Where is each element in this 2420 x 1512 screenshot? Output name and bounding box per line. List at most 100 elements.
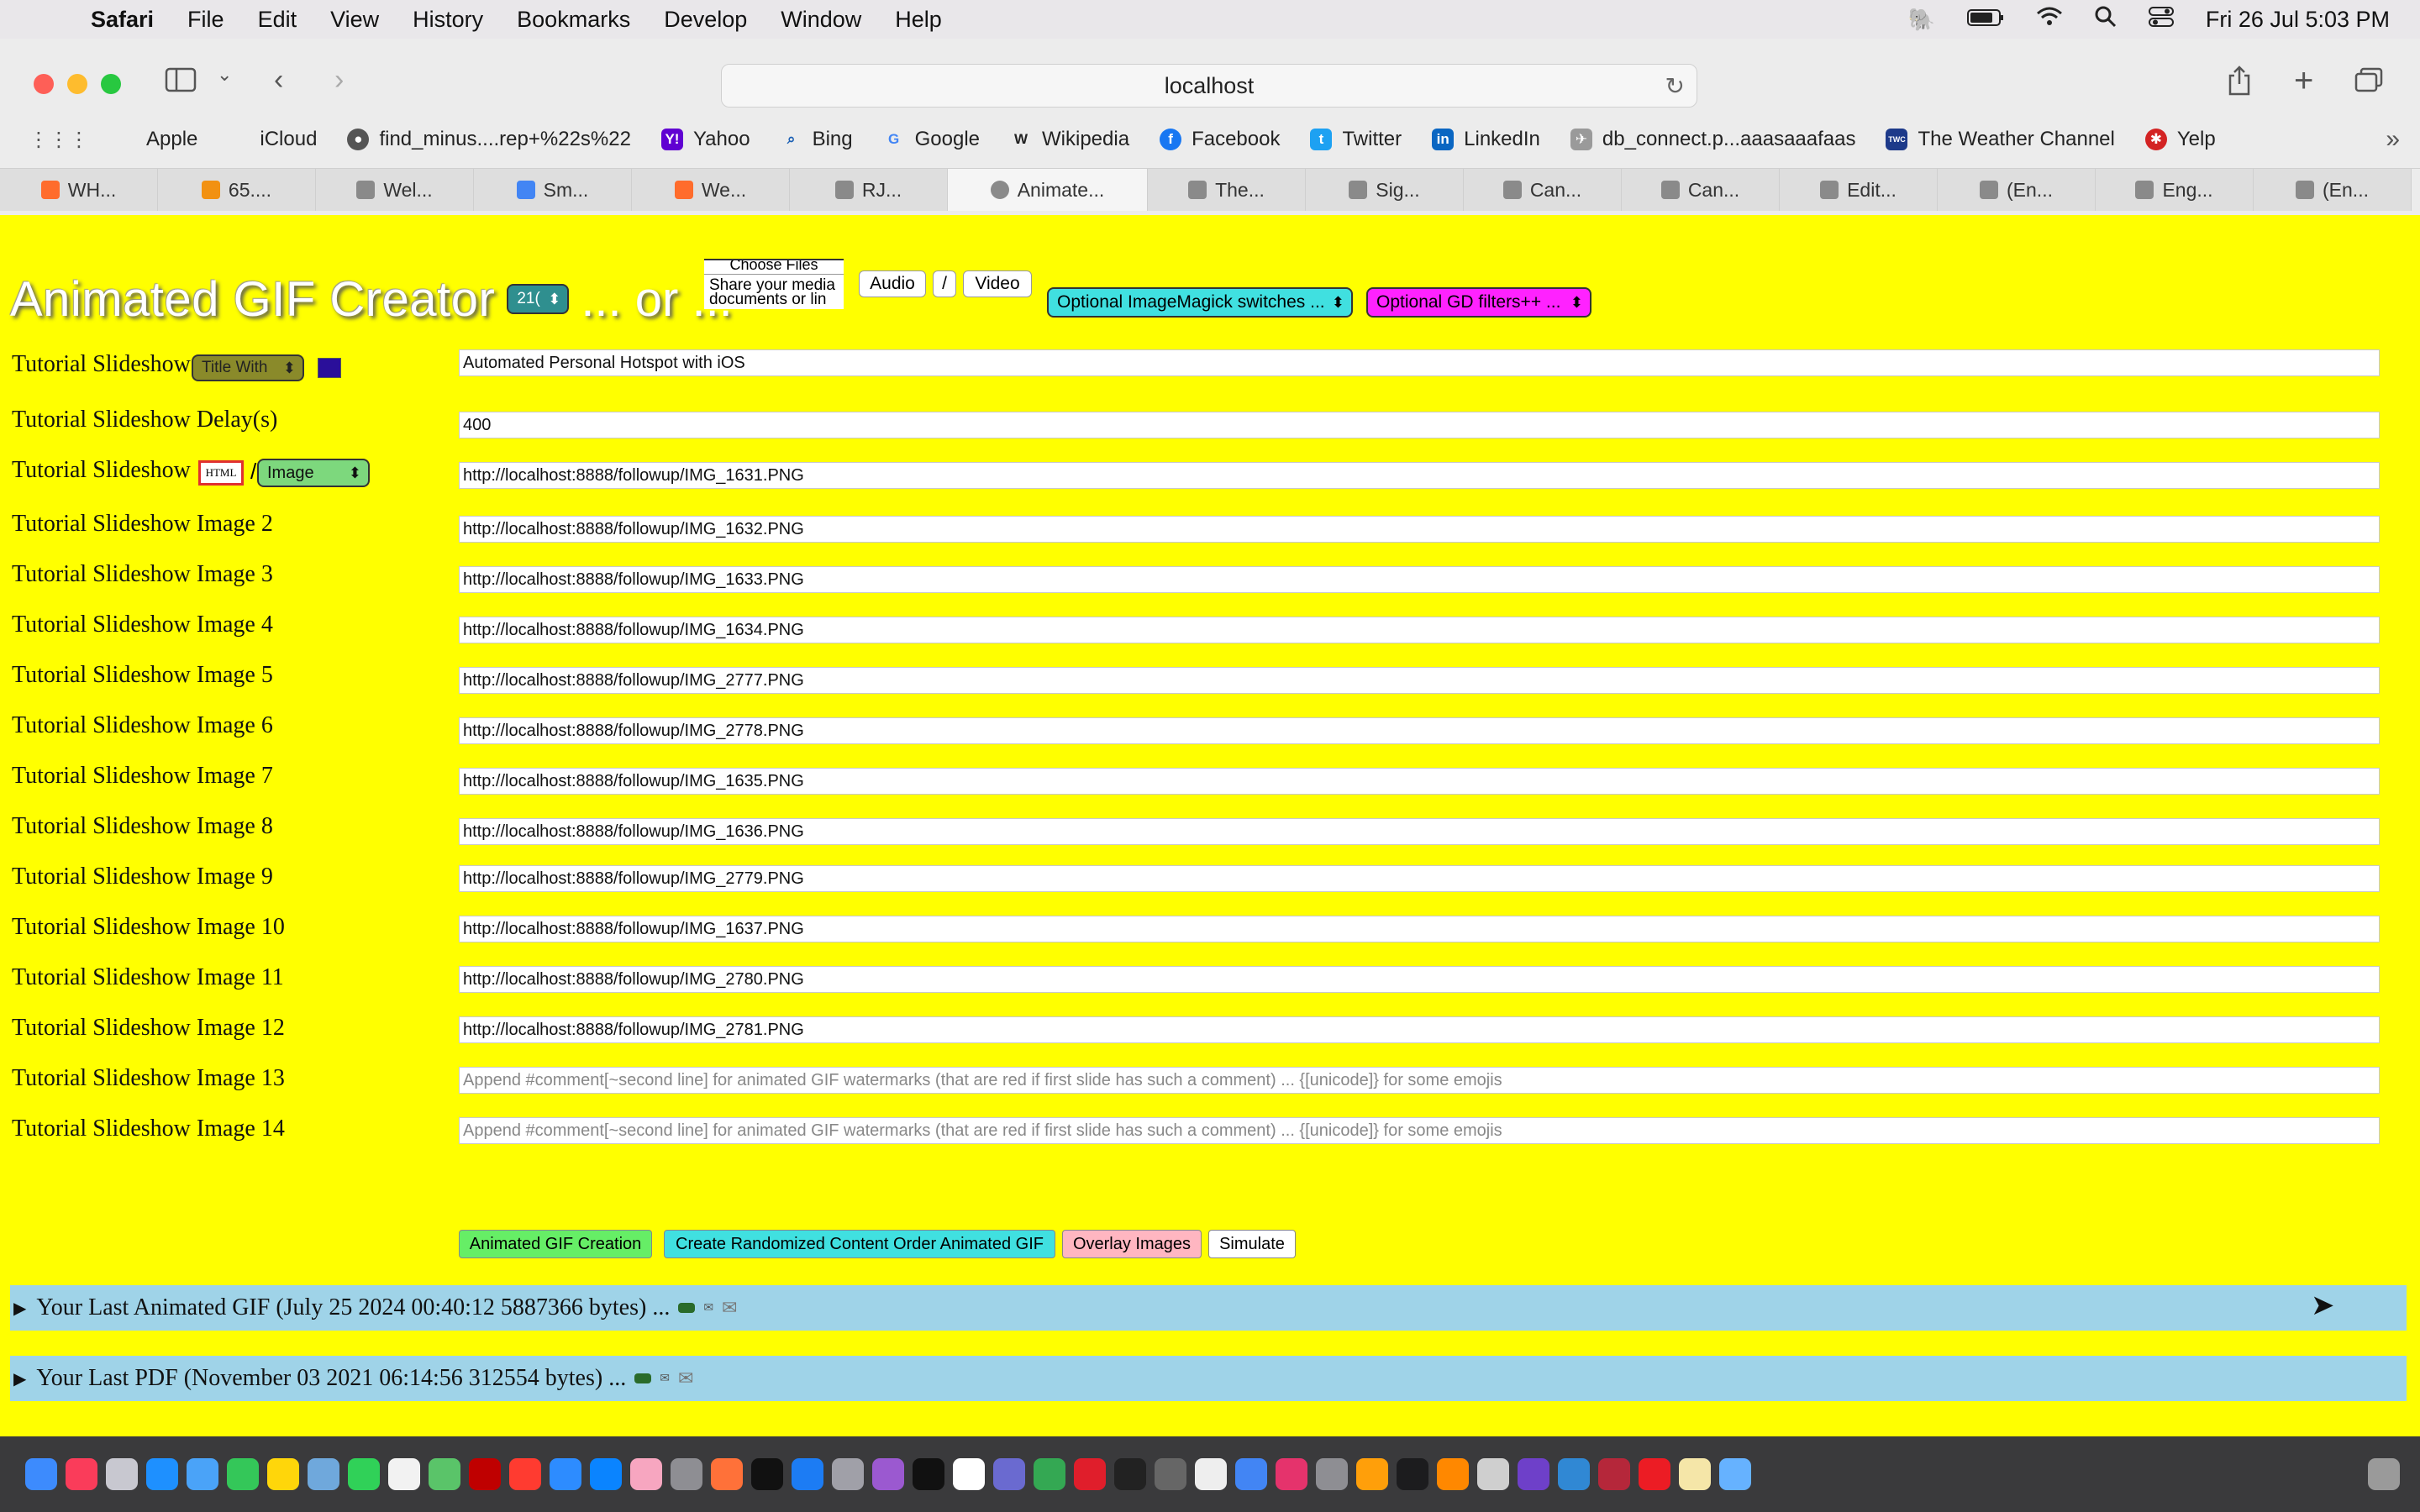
size-select[interactable]: 21( — [507, 284, 570, 314]
back-icon[interactable]: ‹ — [274, 64, 283, 97]
menu-help[interactable]: Help — [895, 7, 942, 33]
image-url-input-5[interactable]: http://localhost:8888/followup/IMG_2777.… — [459, 667, 2380, 694]
activity-monitor-icon[interactable] — [1397, 1458, 1428, 1490]
tab-14[interactable]: (En... — [2254, 169, 2412, 211]
photos-icon[interactable] — [630, 1458, 662, 1490]
more-favorites-icon[interactable]: » — [2386, 125, 2400, 154]
share-mail-icon[interactable]: ✉ — [722, 1297, 737, 1319]
menu-file[interactable]: File — [187, 7, 224, 33]
email-small-icon[interactable]: ✉ — [660, 1372, 670, 1386]
address-bar[interactable]: localhost ↻ — [721, 64, 1697, 108]
downloads-folder-icon[interactable] — [1719, 1458, 1751, 1490]
favorite-wikipedia[interactable]: W Wikipedia — [1010, 128, 1129, 151]
last-animated-gif-details[interactable]: ▶ Your Last Animated GIF (July 25 2024 0… — [10, 1285, 2407, 1331]
title-with-select[interactable]: Title With — [192, 354, 304, 381]
tab-4[interactable]: We... — [632, 169, 790, 211]
mail-icon[interactable] — [187, 1458, 218, 1490]
favorite-linkedin[interactable]: in LinkedIn — [1432, 128, 1540, 151]
favorite-weather-channel[interactable]: TWC The Weather Channel — [1886, 128, 2115, 151]
zoom-icon[interactable] — [550, 1458, 581, 1490]
tab-6-active[interactable]: Animate... — [948, 169, 1148, 211]
menu-view[interactable]: View — [330, 7, 379, 33]
bbedit-icon[interactable] — [993, 1458, 1025, 1490]
podcasts-icon[interactable] — [872, 1458, 904, 1490]
facetime-icon[interactable] — [348, 1458, 380, 1490]
chrome-icon[interactable] — [1235, 1458, 1267, 1490]
news-icon[interactable] — [509, 1458, 541, 1490]
preview-icon[interactable] — [308, 1458, 339, 1490]
image-type-select[interactable]: Image — [257, 459, 370, 487]
maps-icon[interactable] — [429, 1458, 460, 1490]
animated-gif-creation-button[interactable]: Animated GIF Creation — [459, 1230, 652, 1258]
color-picker-icon[interactable] — [1356, 1458, 1388, 1490]
vlc-icon[interactable] — [1437, 1458, 1469, 1490]
green-capsule-icon[interactable] — [678, 1303, 696, 1313]
tab-8[interactable]: Sig... — [1306, 169, 1464, 211]
spotlight-search-icon[interactable] — [2095, 6, 2117, 34]
tab-2[interactable]: Wel... — [316, 169, 474, 211]
tab-0[interactable]: WH... — [0, 169, 158, 211]
tab-13[interactable]: Eng... — [2096, 169, 2254, 211]
wifi-icon[interactable] — [2036, 7, 2063, 33]
textedit-icon[interactable] — [388, 1458, 420, 1490]
calculator-icon[interactable] — [1155, 1458, 1186, 1490]
settings-icon[interactable] — [1316, 1458, 1348, 1490]
slideshow-title-input[interactable]: Automated Personal Hotspot with iOS — [459, 349, 2380, 376]
overlay-images-button[interactable]: Overlay Images — [1062, 1230, 1202, 1258]
system-info-icon[interactable] — [832, 1458, 864, 1490]
new-tab-icon[interactable]: + — [2294, 62, 2313, 100]
title-color-picker[interactable] — [318, 358, 341, 378]
apps-grid-icon[interactable]: ⋮⋮⋮ — [29, 128, 89, 152]
favorite-yelp[interactable]: ✱ Yelp — [2144, 128, 2216, 151]
choose-files-button[interactable]: Choose Files — [704, 260, 844, 274]
app-store-icon[interactable] — [590, 1458, 622, 1490]
image-url-input-4[interactable]: http://localhost:8888/followup/IMG_1634.… — [459, 617, 2380, 643]
tab-9[interactable]: Can... — [1464, 169, 1622, 211]
slash-button[interactable]: / — [933, 270, 956, 297]
favorite-find-minus[interactable]: ● find_minus....rep+%22s%22 — [347, 128, 631, 151]
tab-12[interactable]: (En... — [1938, 169, 2096, 211]
image-url-input-12[interactable]: http://localhost:8888/followup/IMG_2781.… — [459, 1016, 2380, 1043]
automator-icon[interactable] — [671, 1458, 702, 1490]
mastodon-icon[interactable] — [1558, 1458, 1590, 1490]
menu-develop[interactable]: Develop — [664, 7, 747, 33]
image-url-input-1[interactable]: http://localhost:8888/followup/IMG_1631.… — [459, 462, 2380, 489]
tab-7[interactable]: The... — [1148, 169, 1306, 211]
launchpad-icon[interactable] — [106, 1458, 138, 1490]
reload-icon[interactable]: ↻ — [1665, 72, 1685, 100]
favorite-twitter[interactable]: t Twitter — [1310, 128, 1402, 151]
xcode-icon[interactable] — [792, 1458, 823, 1490]
media-file-chooser[interactable]: Choose Files Share your media documents … — [704, 259, 844, 309]
menubar-clock[interactable]: Fri 26 Jul 5:03 PM — [2206, 7, 2390, 33]
console-icon[interactable] — [1114, 1458, 1146, 1490]
simulate-button[interactable]: Simulate — [1208, 1230, 1296, 1258]
intellij-icon[interactable] — [1276, 1458, 1307, 1490]
image-url-input-6[interactable]: http://localhost:8888/followup/IMG_2778.… — [459, 717, 2380, 744]
image-url-input-8[interactable]: http://localhost:8888/followup/IMG_1636.… — [459, 818, 2380, 845]
image-url-input-14[interactable]: Append #comment[~second line] for animat… — [459, 1117, 2380, 1144]
tab-5[interactable]: RJ... — [790, 169, 948, 211]
elephant-icon[interactable]: 🐘 — [1908, 7, 1935, 33]
messages-icon[interactable] — [227, 1458, 259, 1490]
favorite-bing[interactable]: ⌕ Bing — [781, 128, 853, 151]
chrome-icon[interactable] — [1034, 1458, 1065, 1490]
green-capsule-icon[interactable] — [634, 1373, 652, 1383]
sidebar-icon[interactable] — [165, 67, 197, 100]
last-pdf-details[interactable]: ▶ Your Last PDF (November 03 2021 06:14:… — [10, 1356, 2407, 1401]
audio-button[interactable]: Audio — [859, 270, 926, 297]
acrobat-icon[interactable] — [1639, 1458, 1670, 1490]
battery-icon[interactable] — [1966, 7, 2004, 33]
gd-filters-select[interactable]: Optional GD filters++ ... — [1366, 287, 1591, 318]
chevron-down-icon[interactable]: ⌄ — [217, 64, 232, 86]
image-url-input-9[interactable]: http://localhost:8888/followup/IMG_2779.… — [459, 865, 2380, 892]
disclosure-triangle-icon[interactable]: ▶ — [13, 1368, 26, 1389]
zoom-window-button[interactable] — [101, 74, 121, 94]
menu-app-name[interactable]: Safari — [91, 7, 154, 33]
tab-10[interactable]: Can... — [1622, 169, 1780, 211]
favorite-apple[interactable]: Apple — [114, 128, 197, 151]
html-button[interactable]: HTML — [198, 460, 244, 486]
trash-icon[interactable] — [2368, 1458, 2400, 1490]
slideshow-delay-input[interactable]: 400 — [459, 412, 2380, 438]
minimize-window-button[interactable] — [67, 74, 87, 94]
image-url-input-7[interactable]: http://localhost:8888/followup/IMG_1635.… — [459, 768, 2380, 795]
